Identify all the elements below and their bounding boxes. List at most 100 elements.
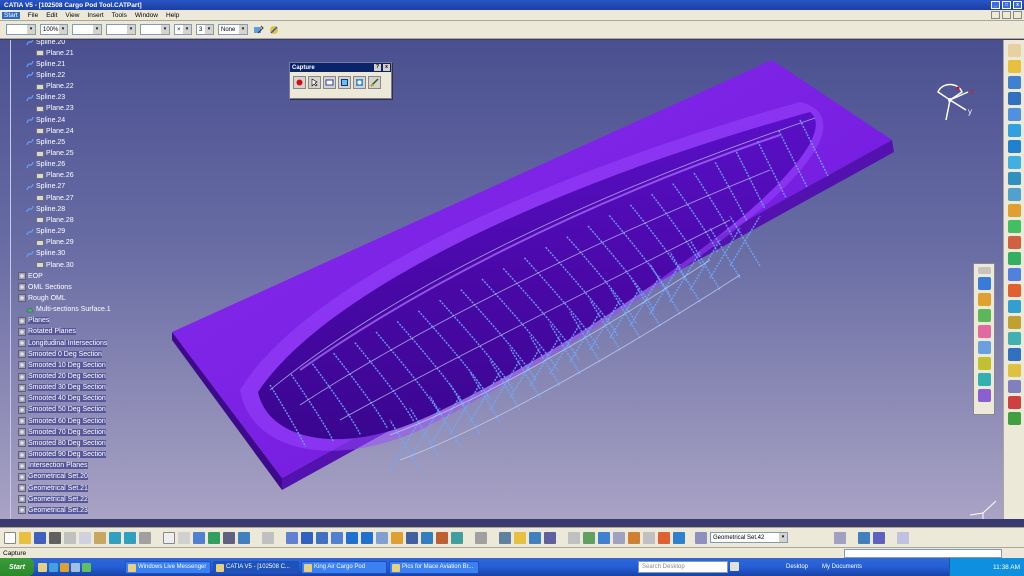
tools-icon[interactable] [238,531,250,544]
tree-node-plane[interactable]: Plane.28 [36,215,74,225]
menu-view[interactable]: View [65,12,79,19]
tree-node-spline[interactable]: Spline.20 [26,40,65,47]
line-color-combo[interactable]: ▾ [72,24,102,35]
fly-mode-icon[interactable] [286,531,298,544]
point-symbol-combo[interactable]: × ▾ [174,24,192,35]
multi-view-icon[interactable] [391,531,403,544]
tree-node-set[interactable]: Smooted 80 Deg Section [18,438,106,448]
doc-close-button[interactable] [1013,11,1022,19]
quicklaunch-desktop-icon[interactable] [71,562,80,572]
extract-icon[interactable] [1007,220,1021,233]
tree-node-spline[interactable]: Spline.27 [26,182,65,192]
corner-icon[interactable] [1007,204,1021,217]
tree-node-set[interactable]: Longitudinal Intersections [18,338,108,348]
analysis-icon[interactable] [1007,380,1021,393]
desktop-search-input[interactable]: Search Desktop [638,561,728,573]
design-table-icon[interactable] [208,531,220,544]
start-button[interactable]: Start [0,558,34,576]
fill-color-combo[interactable]: ▾ [6,24,36,35]
menu-help[interactable]: Help [166,12,179,19]
hide-show-icon[interactable] [436,531,448,544]
search-icon[interactable] [730,562,739,571]
tree-node-set[interactable]: Smooted 70 Deg Section [18,427,106,437]
render-icon[interactable] [858,531,870,544]
axis-system-icon[interactable] [1007,348,1021,361]
tree-node-spline[interactable]: Spline.26 [26,160,65,170]
tree-node-plane[interactable]: Plane.30 [36,260,74,270]
tree-node-plane[interactable]: Plane.21 [36,48,74,58]
menu-insert[interactable]: Insert [87,12,103,19]
quicklaunch-ie-icon[interactable] [49,562,58,572]
line-thickness-combo[interactable]: ▾ [140,24,170,35]
doc-restore-button[interactable] [1002,11,1011,19]
menu-edit[interactable]: Edit [46,12,57,19]
redo-icon[interactable] [124,531,136,544]
rotate-icon[interactable] [1007,284,1021,297]
tree-expand-icon[interactable] [544,531,556,544]
fill-icon[interactable] [977,325,991,338]
tree-node-set[interactable]: Geometrical Set.20 [18,472,88,482]
tree-node-set[interactable]: Planes [18,316,50,326]
blend-icon[interactable] [977,357,991,370]
scaling-icon[interactable] [1007,316,1021,329]
join-icon[interactable] [977,389,991,402]
geometrical-set-selector[interactable]: Geometrical Set.42 ▾ [710,532,788,543]
command-input[interactable] [844,549,1002,558]
task-pics[interactable]: Pics for Mace Aviation Br... [389,560,479,574]
menu-start[interactable]: Start [2,11,20,19]
tree-node-plane[interactable]: Plane.23 [36,104,74,114]
update-icon[interactable] [499,531,511,544]
tree-node-surface[interactable]: Multi-sections Surface.1 [26,305,111,315]
symmetry-icon[interactable] [1007,300,1021,313]
fit-all-icon[interactable] [301,531,313,544]
intersection-icon[interactable] [1007,140,1021,153]
save-icon[interactable] [34,531,46,544]
point-icon[interactable] [1007,76,1021,89]
rotate-view-icon[interactable] [331,531,343,544]
iso-view-icon[interactable] [406,531,418,544]
record-icon[interactable] [293,76,306,89]
sketcher-icon[interactable] [514,531,526,544]
tree-node-set[interactable]: Geometrical Set.23 [18,505,88,515]
geometric-set-icon[interactable] [695,531,707,544]
tree-node-set[interactable]: Geometrical Set.22 [18,494,88,504]
close-button[interactable]: x [1013,1,1022,9]
whats-this-icon[interactable] [139,531,151,544]
my-documents-label[interactable]: My Documents [822,561,862,573]
circle-icon[interactable] [1007,156,1021,169]
extrude-icon[interactable] [977,277,991,290]
rendering-style-combo[interactable]: 3 ▾ [196,24,214,35]
menu-tools[interactable]: Tools [112,12,127,19]
axis-icon[interactable] [262,531,274,544]
tree-node-set[interactable]: Smooted 60 Deg Section [18,416,106,426]
capture-close-button[interactable]: x [383,64,390,71]
revolve-icon[interactable] [977,293,991,306]
tree-node-plane[interactable]: Plane.27 [36,193,74,203]
options-icon[interactable] [897,531,909,544]
tree-node-set[interactable]: Smooted 0 Deg Section [18,349,102,359]
spline-icon[interactable] [1007,172,1021,185]
task-messenger[interactable]: Windows Live Messenger [125,560,211,574]
tree-node-plane[interactable]: Plane.29 [36,238,74,248]
offset-icon[interactable] [977,373,991,386]
knowledge-icon[interactable] [1007,412,1021,425]
filter-icon[interactable] [613,531,625,544]
measure-icon[interactable] [1007,396,1021,409]
tree-node-set[interactable]: Smooted 30 Deg Section [18,383,106,393]
tree-node-spline[interactable]: Spline.29 [26,227,65,237]
tree-node-spline[interactable]: Spline.30 [26,249,65,259]
comment-icon[interactable] [178,531,190,544]
select-mode-icon[interactable] [308,76,321,89]
surface-analysis-icon[interactable] [673,531,685,544]
projection-icon[interactable] [1007,124,1021,137]
tree-node-spline[interactable]: Spline.25 [26,137,65,147]
maximize-button[interactable]: □ [1002,1,1011,9]
tree-node-plane[interactable]: Plane.25 [36,149,74,159]
snap-icon[interactable] [583,531,595,544]
tree-node-plane[interactable]: Plane.26 [36,171,74,181]
doc-minimize-button[interactable] [991,11,1000,19]
new-icon[interactable] [4,531,16,544]
capture-options-icon[interactable] [353,76,366,89]
normal-view-icon[interactable] [376,531,388,544]
tree-node-set[interactable]: Smooted 50 Deg Section [18,405,106,415]
